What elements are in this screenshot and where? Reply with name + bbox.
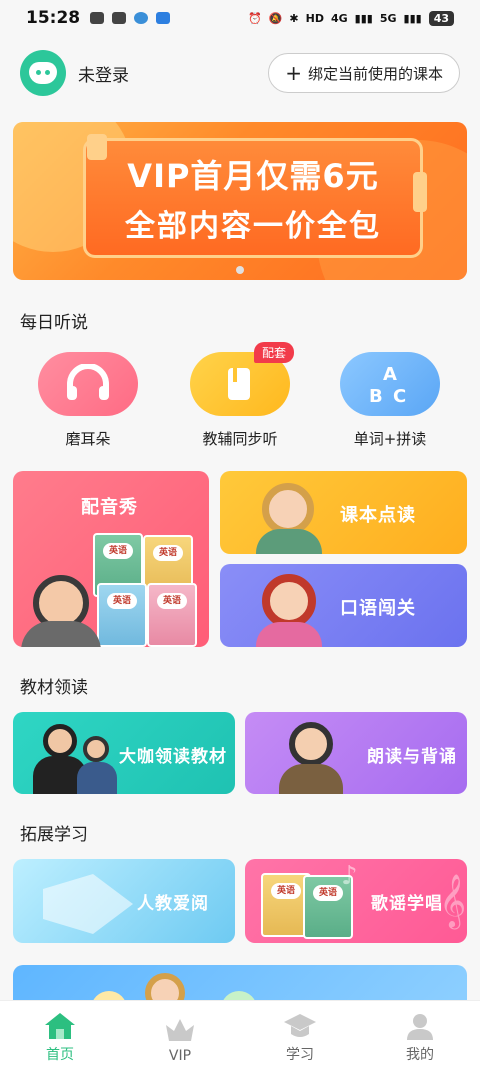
dubbing-title: 配音秀	[81, 497, 138, 518]
status-bar: 15:28 ⏰ 🔕 ✱ HD 4G ▮▮▮ 5G ▮▮▮ 43	[0, 0, 480, 36]
teacher-illustration-body	[77, 762, 117, 794]
app-notification-icon	[90, 12, 105, 24]
pep-logo-icon	[43, 874, 133, 934]
plus-icon: +	[285, 61, 302, 85]
crown-icon	[166, 1019, 194, 1041]
top-bar: 未登录 + 绑定当前使用的课本	[20, 48, 460, 98]
tab-label: 首页	[46, 1047, 74, 1063]
man-illustration	[289, 722, 333, 766]
banner-line2: 全部内容一价全包	[125, 209, 381, 244]
textbook-image: 英语	[147, 583, 197, 647]
send-notification-icon	[156, 12, 171, 24]
pep-reading-card[interactable]: 人教爱阅	[13, 859, 235, 943]
pep-reading-title: 人教爱阅	[137, 894, 209, 914]
book-label: 英语	[107, 593, 137, 609]
expert-read-title: 大咖领读教材	[119, 747, 227, 767]
abc-icon: ABC	[340, 352, 440, 416]
tab-label: VIP	[168, 1048, 192, 1064]
mascot-icon	[29, 62, 57, 84]
network-indicator: 4G	[330, 11, 348, 25]
section-title-textbook: 教材领读	[20, 678, 88, 698]
book-label: 英语	[271, 883, 301, 899]
bind-textbook-label: 绑定当前使用的课本	[307, 64, 443, 83]
daily-item-moerduo[interactable]: 磨耳朵	[28, 352, 148, 449]
girl-illustration	[262, 483, 314, 535]
browser-notification-icon	[134, 12, 149, 24]
svg-text:C: C	[393, 386, 406, 406]
bind-textbook-button[interactable]: + 绑定当前使用的课本	[268, 53, 460, 93]
oral-title: 口语闯关	[340, 598, 416, 619]
book-label: 英语	[313, 885, 343, 901]
svg-text:B: B	[369, 386, 383, 406]
mail-notification-icon	[112, 12, 127, 24]
banner-decoration	[413, 172, 427, 212]
man-illustration-body	[279, 764, 343, 794]
bluetooth-icon: ✱	[289, 11, 299, 25]
signal-icon-2: ▮▮▮	[403, 11, 422, 25]
woman-illustration-body	[256, 622, 322, 647]
tab-vip[interactable]: VIP	[120, 1001, 240, 1070]
tab-home[interactable]: 首页	[0, 1001, 120, 1070]
textbook-image: 英语	[97, 583, 147, 647]
status-time: 15:28	[26, 8, 81, 28]
songs-title: 歌谣学唱	[371, 894, 443, 914]
tab-mine[interactable]: 我的	[360, 1001, 480, 1070]
vip-banner[interactable]: VIP首月仅需6元 全部内容一价全包	[13, 122, 467, 280]
music-note-icon: ♪	[341, 861, 358, 891]
woman-illustration	[262, 574, 316, 628]
home-icon	[45, 1013, 75, 1039]
alarm-icon: ⏰	[248, 11, 262, 25]
banner-card: VIP首月仅需6元 全部内容一价全包	[83, 138, 423, 258]
tab-study[interactable]: 学习	[240, 1001, 360, 1070]
tab-label: 我的	[406, 1047, 434, 1063]
svg-text:A: A	[383, 364, 397, 385]
daily-item-badge: 配套	[253, 342, 294, 363]
bottom-tab-bar: 首页 VIP 学习 我的	[0, 1000, 480, 1070]
treble-clef-icon: 𝄞	[439, 873, 467, 927]
section-title-expand: 拓展学习	[20, 825, 88, 845]
girl-illustration-body	[256, 529, 322, 554]
dubbing-card[interactable]: 配音秀 英语 英语 英语 英语	[13, 471, 209, 647]
carousel-dots	[0, 266, 480, 274]
banner-line1: VIP首月仅需6元	[127, 157, 379, 195]
daily-item-label: 单词+拼读	[353, 430, 427, 448]
mute-icon: 🔕	[268, 11, 283, 25]
book-label: 英语	[103, 543, 133, 559]
avatar[interactable]	[20, 50, 66, 96]
recite-title: 朗读与背诵	[367, 747, 457, 767]
user-icon	[407, 1014, 433, 1040]
daily-item-danci[interactable]: ABC 单词+拼读	[330, 352, 450, 449]
tab-label: 学习	[286, 1047, 314, 1063]
signal-icon: ▮▮▮	[354, 11, 373, 25]
graduation-cap-icon	[284, 1014, 316, 1037]
oral-card[interactable]: 口语闯关	[220, 564, 467, 647]
teacher-illustration	[43, 724, 77, 758]
expert-read-card[interactable]: 大咖领读教材	[13, 712, 235, 794]
daily-item-label: 教辅同步听	[202, 430, 278, 448]
section-title-daily: 每日听说	[20, 313, 88, 333]
recite-card[interactable]: 朗读与背诵	[245, 712, 467, 794]
banner-decoration	[87, 134, 107, 160]
carousel-dot	[236, 266, 244, 274]
headphone-icon	[38, 352, 138, 416]
battery-indicator: 43	[428, 10, 454, 26]
textbook-read-card[interactable]: 课本点读	[220, 471, 467, 554]
daily-item-label: 磨耳朵	[65, 430, 111, 448]
textbook-read-title: 课本点读	[340, 505, 416, 526]
login-status[interactable]: 未登录	[78, 61, 129, 86]
book-label: 英语	[153, 545, 183, 561]
daily-item-tongbu[interactable]: 配套 教辅同步听	[180, 342, 300, 449]
network-indicator-2: 5G	[379, 11, 397, 25]
book-label: 英语	[157, 593, 187, 609]
songs-card[interactable]: 英语 英语 ♪ 𝄞 歌谣学唱	[245, 859, 467, 943]
boy-illustration-body	[21, 621, 101, 647]
book-audio-icon: 配套	[190, 342, 294, 416]
hd-indicator: HD	[305, 11, 324, 25]
teacher-illustration	[83, 736, 109, 762]
